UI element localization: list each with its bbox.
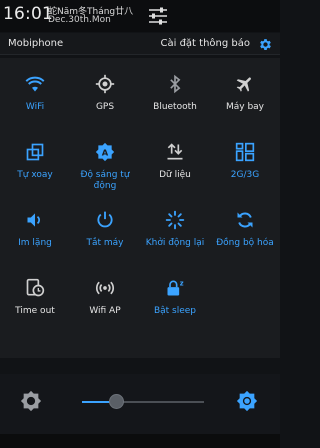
hotspot-icon bbox=[95, 281, 115, 295]
tile-label: Im lặng bbox=[18, 238, 52, 248]
tile-label: Bật sleep bbox=[153, 306, 197, 316]
tile-label: Wifi AP bbox=[89, 306, 121, 316]
clock: 16:01 bbox=[3, 4, 53, 24]
tile-label: WiFi bbox=[25, 102, 45, 112]
tile-network-mode[interactable]: 2G/3G bbox=[210, 130, 280, 198]
brightness-slider[interactable] bbox=[82, 394, 204, 409]
tile-wifi[interactable]: WiFi bbox=[0, 62, 70, 130]
tile-label: Máy bay bbox=[225, 102, 265, 112]
status-header: 16:01 蛇Năm冬Tháng廿八 Dec.30th.Mon bbox=[0, 0, 280, 32]
tile-volume[interactable]: Im lặng bbox=[0, 198, 70, 266]
tile-label: 2G/3G bbox=[230, 170, 260, 180]
network-mode-icon bbox=[235, 142, 255, 162]
quick-settings-grid: WiFi GPS Bluetooth Máy bay Tự xoay A Độ … bbox=[0, 58, 280, 358]
screen-timeout-icon bbox=[26, 278, 45, 297]
sync-icon bbox=[237, 212, 253, 228]
tile-screen-timeout[interactable]: Time out bbox=[0, 266, 70, 334]
bottom-strip bbox=[0, 434, 280, 448]
mobile-data-icon bbox=[167, 143, 183, 160]
tile-label: Dữ liệu bbox=[159, 170, 191, 180]
date: Dec.30th.Mon bbox=[48, 15, 111, 25]
tile-label: Đồng bộ hóa bbox=[216, 238, 274, 248]
brightness-low-icon[interactable] bbox=[20, 390, 42, 412]
tile-power[interactable]: Tắt máy bbox=[70, 198, 140, 266]
svg-text:z: z bbox=[180, 280, 184, 288]
volume-icon bbox=[27, 213, 40, 227]
brightness-slider-thumb[interactable] bbox=[109, 394, 124, 409]
carrier-row: Mobiphone Cài đặt thông báo bbox=[0, 33, 280, 55]
brightness-high-icon[interactable] bbox=[236, 390, 258, 412]
tile-reboot[interactable]: Khởi động lại bbox=[140, 198, 210, 266]
gps-icon bbox=[95, 74, 115, 94]
tile-auto-brightness[interactable]: A Độ sáng tự động bbox=[70, 130, 140, 198]
tile-gps[interactable]: GPS bbox=[70, 62, 140, 130]
auto-brightness-icon: A bbox=[95, 142, 115, 162]
brightness-bar bbox=[0, 374, 280, 434]
bluetooth-icon bbox=[170, 74, 181, 94]
power-icon bbox=[97, 211, 113, 228]
tile-label: Tắt máy bbox=[86, 238, 124, 248]
tile-bluetooth[interactable]: Bluetooth bbox=[140, 62, 210, 130]
tile-auto-rotate[interactable]: Tự xoay bbox=[0, 130, 70, 198]
tile-label: Time out bbox=[15, 306, 55, 316]
tile-mobile-data[interactable]: Dữ liệu bbox=[140, 130, 210, 198]
auto-rotate-icon bbox=[26, 143, 44, 161]
carrier-name: Mobiphone bbox=[8, 38, 64, 49]
tile-label: Tự xoay bbox=[17, 170, 53, 180]
tile-label: Độ sáng tự động bbox=[80, 170, 130, 191]
tile-sync[interactable]: Đồng bộ hóa bbox=[210, 198, 280, 266]
sleep-icon: z bbox=[167, 280, 184, 296]
tile-label: Bluetooth bbox=[153, 102, 197, 112]
tile-airplane[interactable]: Máy bay bbox=[210, 62, 280, 130]
gear-icon[interactable] bbox=[258, 37, 273, 52]
svg-text:A: A bbox=[102, 147, 109, 157]
wifi-icon bbox=[25, 76, 45, 92]
adjust-icon[interactable] bbox=[148, 7, 168, 25]
tile-label: Khởi động lại bbox=[145, 238, 205, 248]
tile-sleep[interactable]: z Bật sleep bbox=[140, 266, 210, 334]
airplane-icon bbox=[236, 77, 251, 92]
tile-hotspot[interactable]: Wifi AP bbox=[70, 266, 140, 334]
reboot-icon bbox=[165, 210, 185, 230]
notification-settings-link[interactable]: Cài đặt thông báo bbox=[161, 38, 250, 49]
tile-label: GPS bbox=[95, 102, 115, 112]
